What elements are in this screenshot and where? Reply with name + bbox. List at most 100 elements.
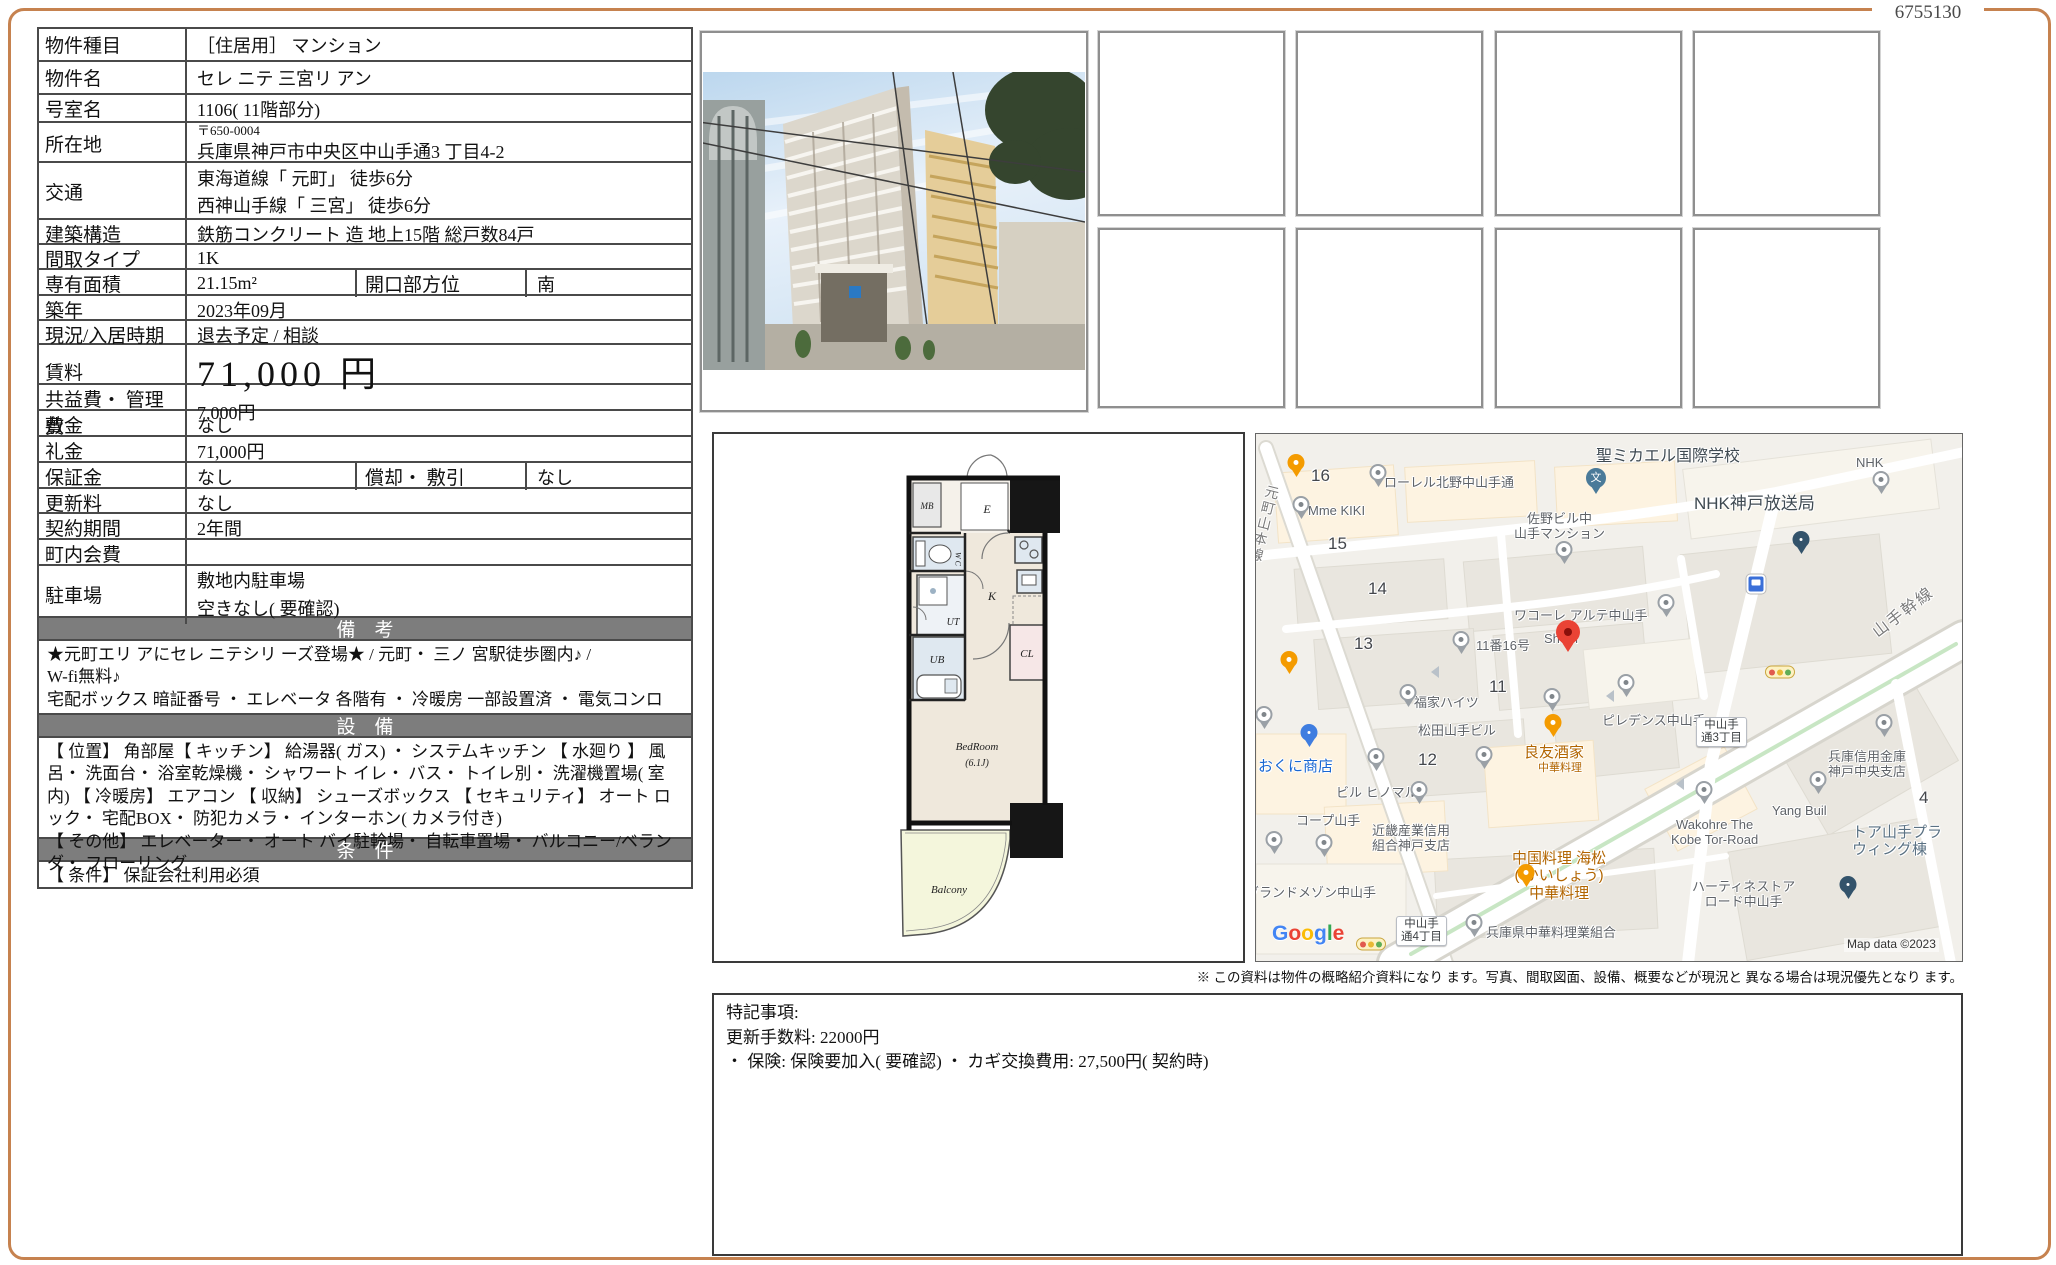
map-pin-cafe-icon <box>1281 651 1298 679</box>
special-notes-box: 特記事項: 更新手数料: 22000円 ・ 保険: 保険要加入( 要確認) ・ … <box>712 993 1963 1256</box>
table-row-rent: 賃料 71,000 円 <box>39 345 691 385</box>
map-label: 16 <box>1311 466 1330 486</box>
map-pin-gray <box>1316 834 1333 862</box>
row-label: 建築構造 <box>39 220 187 247</box>
row-value: 1K <box>187 245 691 272</box>
postal-code: 〒650-0004 <box>197 124 681 138</box>
map-disclaimer-note: ※ この資料は物件の概略紹介資料になり ます。写真、間取図面、設備、概要などが現… <box>713 966 1963 986</box>
photo-placeholder-4 <box>1693 31 1880 216</box>
row-value: 2023年09月 <box>187 296 691 323</box>
row-value: なし <box>187 411 691 438</box>
map-pin-store <box>1840 876 1857 904</box>
table-row-area: 専有面積 21.15m² 開口部方位 南 <box>39 270 691 296</box>
row-label: 礼金 <box>39 437 187 464</box>
map-label: 13 <box>1354 634 1373 654</box>
row-value: 2年間 <box>187 514 691 541</box>
table-row-access: 交通 東海道線「 元町」 徒歩6分 西神山手線「 三宮」 徒歩6分 <box>39 163 691 220</box>
map-label: トア山手プラ ウィング棟 <box>1852 824 1942 859</box>
building-exterior-photo <box>703 72 1085 370</box>
table-row-key-money: 礼金 71,000円 <box>39 437 691 463</box>
map-pin-gray <box>1658 594 1675 622</box>
row-value <box>187 540 691 567</box>
photo-placeholder-1 <box>1098 31 1285 216</box>
row-label: 交通 <box>39 163 187 220</box>
floorplan-label-closet: CL <box>1020 648 1033 660</box>
row-value: 敷地内駐車場 空きなし( 要確認) <box>187 566 691 624</box>
floorplan-label-ut: UT <box>947 617 961 628</box>
row-value: 退去予定 / 相談 <box>187 321 691 348</box>
map-pin-gray <box>1370 464 1387 492</box>
neighborhood-map: 聖ミカエル国際学校 NHK NHK神戸放送局 ローレル北野中山手通 16 Mme… <box>1255 433 1963 962</box>
row-value: 〒650-0004 兵庫県神戸市中央区中山手通3 丁目4-2 <box>187 123 691 164</box>
map-pin-restaurant-icon <box>1288 454 1305 482</box>
row-label: 町内会費 <box>39 540 187 567</box>
floorplan-label-kitchen: K <box>987 589 997 603</box>
map-label: 4 <box>1919 788 1928 808</box>
map-label: 良友酒家 <box>1524 744 1584 761</box>
table-row-renewal: 更新料 なし <box>39 489 691 514</box>
map-label-district-4: 中山手 通4丁目 <box>1396 916 1447 946</box>
map-label: 中華料理 <box>1538 762 1582 775</box>
conditions-text: 【 条件】 保証会社利用必須 <box>39 862 691 887</box>
row-label: 専有面積 <box>39 270 187 297</box>
row-value: なし <box>187 463 357 490</box>
photo-placeholder-2 <box>1296 31 1483 216</box>
photo-placeholder-7 <box>1495 228 1682 408</box>
table-row-structure: 建築構造 鉄筋コンクリート 造 地上15階 総戸数84戸 <box>39 220 691 245</box>
row-label: 駐車場 <box>39 566 187 624</box>
row-label: 保証金 <box>39 463 187 490</box>
map-label: コープ山手 <box>1296 814 1360 829</box>
map-label: 佐野ビル中 山手マンション <box>1514 512 1605 542</box>
map-label: 15 <box>1328 534 1347 554</box>
map-pin-restaurant-icon <box>1545 714 1562 742</box>
table-row-address: 所在地 〒650-0004 兵庫県神戸市中央区中山手通3 丁目4-2 <box>39 123 691 163</box>
floorplan-frame: MB E W C K UT UB CL BedRoom (6.1J) Balco… <box>712 432 1245 963</box>
floorplan-drawing: MB E W C K UT UB CL BedRoom (6.1J) Balco… <box>897 450 1065 955</box>
map-pin-gray <box>1411 781 1428 809</box>
map-label: 兵庫県中華料理業組合 <box>1486 926 1616 941</box>
table-row-type: 物件種目 ［住居用］ マンション <box>39 29 691 62</box>
map-pin-gray <box>1256 706 1273 734</box>
google-logo: Google <box>1272 922 1344 946</box>
map-pin-gray <box>1453 631 1470 659</box>
map-label: Yang Buil <box>1772 804 1827 819</box>
photo-placeholder-6 <box>1296 228 1483 408</box>
map-pin-school-icon: 文 <box>1586 468 1606 499</box>
map-pin-gray <box>1400 684 1417 712</box>
table-row-layout: 間取タイプ 1K <box>39 245 691 270</box>
photo-placeholder-8 <box>1693 228 1880 408</box>
table-row-fees: 共益費・ 管理費 7,000円 <box>39 385 691 411</box>
map-label: グランドメゾン中山手 <box>1255 886 1376 901</box>
map-label: 聖ミカエル国際学校 <box>1596 448 1740 466</box>
building-photo-frame <box>700 31 1088 412</box>
row-value: 1106( 11階部分) <box>187 95 691 122</box>
map-label: 近畿産業信用 組合神戸支店 <box>1372 824 1450 854</box>
property-detail-table: 物件種目 ［住居用］ マンション 物件名 セレ ニテ 三宮リ アン 号室名 11… <box>37 27 693 889</box>
address-text: 兵庫県神戸市中央区中山手通3 丁目4-2 <box>197 142 505 162</box>
row-value: 21.15m² <box>187 270 357 297</box>
map-pin-gray <box>1293 496 1310 524</box>
map-pin-gray <box>1618 674 1635 702</box>
row-label: 間取タイプ <box>39 245 187 272</box>
map-pin-broadcast-station <box>1793 531 1810 559</box>
floorplan-label-balcony: Balcony <box>931 884 967 896</box>
map-label: ローレル北野中山手通 <box>1384 476 1514 491</box>
table-row-town-fee: 町内会費 <box>39 540 691 566</box>
document-id: 6755130 <box>1872 0 1984 26</box>
row-value: 東海道線「 元町」 徒歩6分 西神山手線「 三宮」 徒歩6分 <box>187 163 691 220</box>
map-label: 12 <box>1418 750 1437 770</box>
map-pin-gray <box>1266 831 1283 859</box>
parking-line2: 空きなし( 要確認) <box>197 596 681 624</box>
access-line1: 東海道線「 元町」 徒歩6分 <box>197 166 681 193</box>
row-label: 物件名 <box>39 62 187 93</box>
map-label: ワコーレ アルテ中山手 <box>1514 609 1647 624</box>
row-value: セレ ニテ 三宮リ アン <box>187 62 691 93</box>
map-pin-gray <box>1466 914 1483 942</box>
property-location-pin <box>1556 620 1580 659</box>
table-row-name: 物件名 セレ ニテ 三宮リ アン <box>39 62 691 95</box>
table-row-guarantee: 保証金 なし 償却・ 敷引 なし <box>39 463 691 489</box>
traffic-light-icon <box>1356 938 1386 951</box>
table-row-deposit: 敷金 なし <box>39 411 691 437</box>
map-label: ピレデンス中山手 <box>1602 714 1706 729</box>
table-row-parking: 駐車場 敷地内駐車場 空きなし( 要確認) <box>39 566 691 618</box>
